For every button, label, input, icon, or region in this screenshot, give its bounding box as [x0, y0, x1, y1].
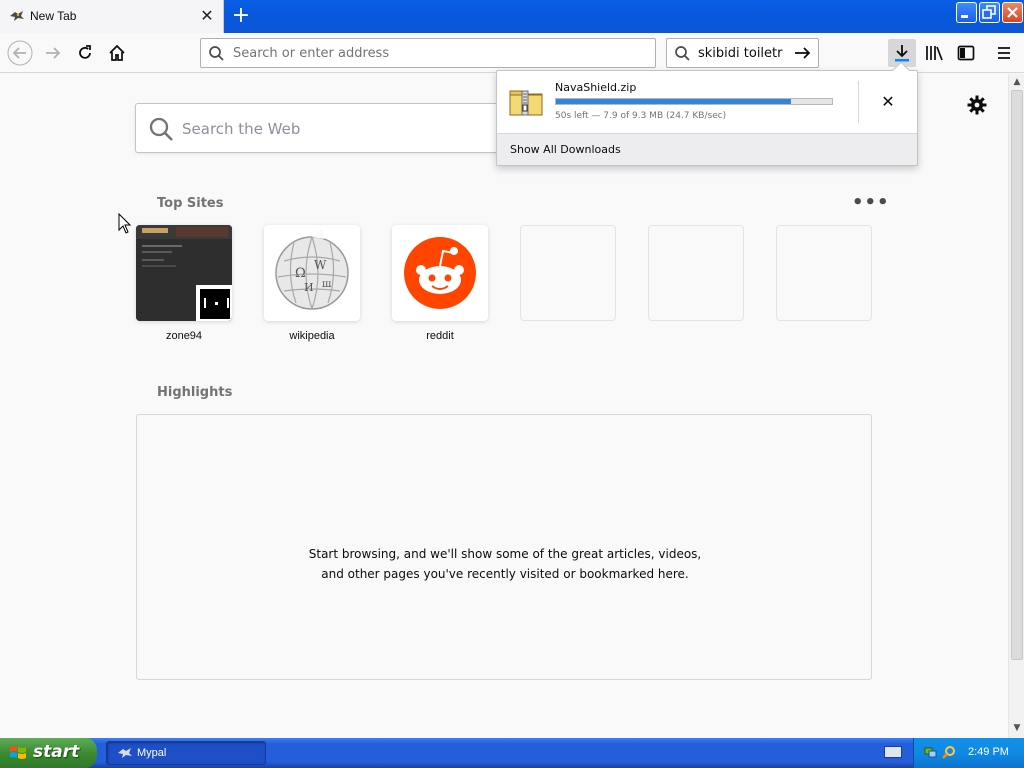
download-progress-fill [556, 99, 791, 104]
newtab-page: Top Sites ••• zone94 [0, 74, 1008, 738]
tab-title: New Tab [30, 9, 77, 23]
reload-button[interactable] [71, 39, 99, 67]
close-window-button[interactable] [1002, 2, 1023, 23]
highlights-box: Start browsing, and we'll show some of t… [136, 414, 872, 680]
menu-button[interactable] [990, 39, 1018, 67]
address-input[interactable] [233, 44, 643, 62]
address-bar[interactable] [200, 38, 656, 68]
top-site-empty [520, 225, 616, 321]
top-site-label: wikipedia [289, 330, 335, 342]
start-label: start [33, 742, 80, 762]
gear-icon[interactable] [966, 94, 988, 116]
tab-new-tab[interactable]: New Tab ✕ [0, 0, 224, 33]
taskbar-item-label: Mypal [137, 747, 167, 759]
home-button[interactable] [103, 39, 131, 67]
divider [858, 81, 859, 123]
wikipedia-logo: Ω W И ш [275, 229, 349, 310]
mypal-icon [9, 9, 25, 23]
minimize-button[interactable] [956, 2, 977, 23]
page-scrollbar[interactable]: ▲ ▼ [1008, 74, 1024, 738]
empty-thumbnail [776, 225, 872, 321]
close-tab-icon[interactable]: ✕ [198, 6, 216, 26]
download-file-name: NavaShield.zip [555, 81, 637, 94]
tab-strip: New Tab ✕ + [0, 0, 1024, 33]
clock: 2:49 PM [968, 746, 1009, 758]
search-value[interactable]: skibidi toiletr [698, 46, 783, 61]
site-thumbnail: Ω W И ш [264, 225, 360, 321]
show-all-downloads-label: Show All Downloads [510, 143, 621, 156]
taskbar: start Mypal 2:49 PM [0, 738, 1024, 768]
top-site-wikipedia[interactable]: Ω W И ш wikipedia [264, 225, 360, 342]
top-site-label: zone94 [165, 330, 203, 342]
svg-text:И: И [304, 281, 314, 294]
top-site-empty [776, 225, 872, 321]
start-button[interactable]: start [0, 738, 97, 768]
scroll-down-arrow-icon[interactable]: ▼ [1011, 722, 1023, 734]
download-status: 50s left — 7.9 of 9.3 MB (24.7 KB/sec) [555, 111, 727, 121]
top-sites-more-menu[interactable]: ••• [852, 192, 890, 213]
highlights-title: Highlights [157, 385, 233, 400]
reload-icon [79, 45, 91, 59]
sidebar-button[interactable] [952, 39, 980, 67]
cancel-download-button[interactable]: ✕ [877, 91, 899, 113]
download-icon [895, 45, 909, 62]
download-progress-bar [555, 98, 833, 105]
top-site-reddit[interactable]: reddit [392, 225, 488, 342]
back-button[interactable] [6, 39, 34, 67]
site-thumbnail [392, 225, 488, 321]
top-site-empty [648, 225, 744, 321]
library-icon [926, 46, 943, 61]
search-icon [148, 116, 174, 145]
svg-text:W: W [314, 258, 327, 272]
home-icon [109, 44, 125, 61]
forward-button[interactable] [39, 39, 67, 67]
forward-icon [46, 47, 61, 59]
search-bar[interactable]: skibidi toiletr [666, 38, 819, 68]
top-sites-title: Top Sites [157, 196, 224, 211]
mypal-icon [117, 746, 133, 760]
back-icon [7, 40, 33, 66]
mouse-cursor-icon [118, 212, 132, 238]
zip-file-icon [509, 85, 543, 117]
top-site-label: reddit [426, 330, 454, 342]
highlights-empty-message: Start browsing, and we'll show some of t… [308, 547, 702, 581]
svg-text:Ω: Ω [295, 266, 306, 281]
network-icon[interactable] [924, 745, 938, 759]
search-icon [674, 45, 691, 65]
svg-text:ш: ш [322, 279, 332, 290]
new-tab-button[interactable]: + [228, 4, 254, 28]
sidebar-icon [957, 45, 975, 61]
show-all-downloads-button[interactable]: Show All Downloads [497, 133, 917, 165]
scrollbar-thumb[interactable] [1011, 90, 1023, 660]
library-button[interactable] [920, 39, 948, 67]
restore-button[interactable] [979, 2, 1000, 23]
search-tray-icon[interactable] [942, 745, 956, 759]
navigation-toolbar: skibidi toiletr [0, 33, 1024, 73]
scroll-up-arrow-icon[interactable]: ▲ [1011, 76, 1023, 88]
downloads-panel: NavaShield.zip 50s left — 7.9 of 9.3 MB … [496, 61, 918, 166]
menu-icon [998, 47, 1010, 59]
reddit-logo [404, 237, 476, 309]
top-site-zone94[interactable]: zone94 [136, 225, 232, 342]
windows-flag-icon [10, 746, 26, 759]
keyboard-icon[interactable] [884, 746, 902, 758]
taskbar-item-mypal[interactable]: Mypal [106, 741, 266, 765]
arrow-right-icon[interactable] [792, 43, 814, 63]
empty-thumbnail [648, 225, 744, 321]
search-icon [208, 45, 225, 65]
system-tray: 2:49 PM [913, 738, 1024, 768]
site-thumbnail [136, 225, 232, 321]
empty-thumbnail [520, 225, 616, 321]
